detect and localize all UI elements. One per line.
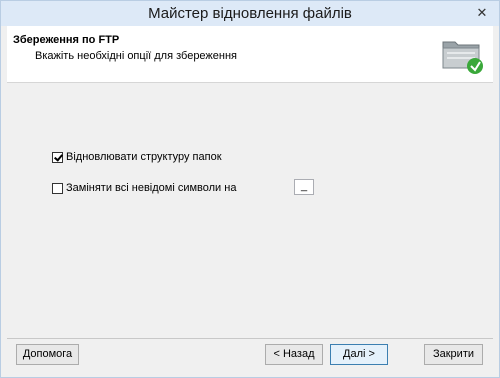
wizard-content — [7, 83, 493, 338]
help-button[interactable]: Допомога — [16, 344, 79, 365]
close-window-button[interactable]: ✕ — [473, 5, 491, 21]
header-subtitle: Вкажіть необхідні опції для збереження — [35, 50, 238, 62]
wizard-window: Майстер відновлення файлів ✕ Збереження … — [0, 0, 500, 378]
restore-structure-label: Відновлювати структуру папок — [66, 151, 222, 163]
next-button[interactable]: Далі > — [330, 344, 388, 365]
wizard-header: Збереження по FTP Вкажіть необхідні опці… — [7, 26, 493, 83]
replace-unknown-label: Заміняти всі невідомі символи на — [66, 182, 237, 194]
folder-ftp-icon — [442, 41, 483, 74]
footer-separator — [7, 338, 493, 339]
header-title: Збереження по FTP — [13, 34, 120, 46]
close-button[interactable]: Закрити — [424, 344, 483, 365]
replace-unknown-checkbox[interactable] — [52, 182, 63, 194]
window-title: Майстер відновлення файлів — [148, 5, 352, 22]
replace-char-input[interactable]: _ — [294, 179, 314, 195]
replace-unknown-option[interactable]: Заміняти всі невідомі символи на — [52, 182, 236, 194]
restore-structure-checkbox[interactable] — [52, 151, 63, 163]
back-button[interactable]: < Назад — [265, 344, 323, 365]
title-bar: Майстер відновлення файлів ✕ — [1, 1, 499, 26]
restore-structure-option[interactable]: Відновлювати структуру папок — [52, 151, 222, 163]
